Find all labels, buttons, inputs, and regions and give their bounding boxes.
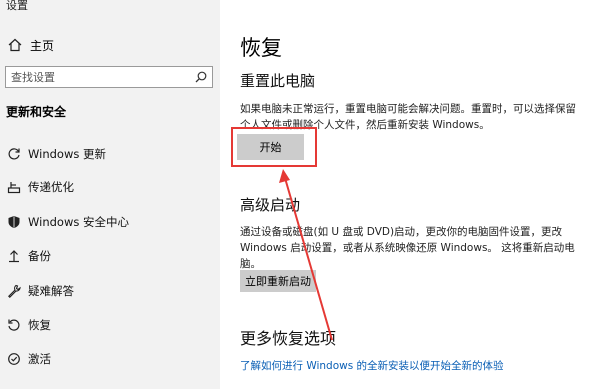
more-options-heading: 更多恢复选项 [240,329,337,348]
refresh-icon [0,147,28,161]
recovery-icon [0,318,28,332]
advanced-description-line-1: 通过设备或磁盘(如 U 盘或 DVD)启动，更改你的电脑固件设置，更改 [240,226,563,238]
sidebar-item-delivery[interactable]: 传递优化 [0,172,220,202]
sidebar-item-label: 传递优化 [28,180,74,194]
restart-now-button[interactable]: 立即重新启动 [240,270,316,292]
advanced-description-line-2: Windows 启动设置，或者从系统映像还原 Windows。 这将重新启动电 [240,242,575,254]
sidebar-item-label: 恢复 [28,318,51,332]
search-input[interactable]: 查找设置 [6,69,190,85]
activation-icon [0,352,28,366]
sidebar-item-security[interactable]: Windows 安全中心 [0,207,220,237]
search-box[interactable]: 查找设置 [5,66,213,88]
sidebar-item-label: Windows 更新 [28,147,106,161]
search-icon[interactable] [190,71,212,83]
advanced-startup-heading: 高级启动 [240,196,301,214]
reset-heading: 重置此电脑 [240,72,316,90]
sidebar-item-label: 备份 [28,249,51,263]
sidebar-item-activation[interactable]: 激活 [0,344,220,374]
delivery-icon [0,180,28,194]
section-title: 更新和安全 [6,105,67,119]
sidebar-item-troubleshoot[interactable]: 疑难解答 [0,276,220,306]
sidebar-item-label: Windows 安全中心 [28,215,129,229]
sidebar-item-label: 激活 [28,352,51,366]
wrench-icon [0,284,28,298]
main-panel: 恢复 重置此电脑 如果电脑未正常运行，重置电脑可能会解决问题。重置时，可以选择保… [220,0,600,389]
backup-icon [0,249,28,263]
sidebar-item-windows-update[interactable]: Windows 更新 [0,139,220,169]
sidebar-home[interactable]: 主页 [0,33,220,57]
home-icon [0,38,30,52]
reset-description-line-1: 如果电脑未正常运行，重置电脑可能会解决问题。重置时，可以选择保留 [240,103,576,115]
sidebar-item-recovery[interactable]: 恢复 [0,310,220,340]
shield-icon [0,215,28,229]
sidebar-home-label: 主页 [30,38,55,53]
sidebar-item-label: 疑难解答 [28,284,74,298]
sidebar: 设置 主页 查找设置 更新和安全 Windows 更新 传递优化 Windows… [0,0,220,389]
page-title: 恢复 [240,36,282,60]
fresh-install-link[interactable]: 了解如何进行 Windows 的全新安装以便开始全新的体验 [240,358,504,373]
window-title: 设置 [6,0,28,12]
annotation-highlight-box [231,127,317,167]
sidebar-item-backup[interactable]: 备份 [0,241,220,271]
